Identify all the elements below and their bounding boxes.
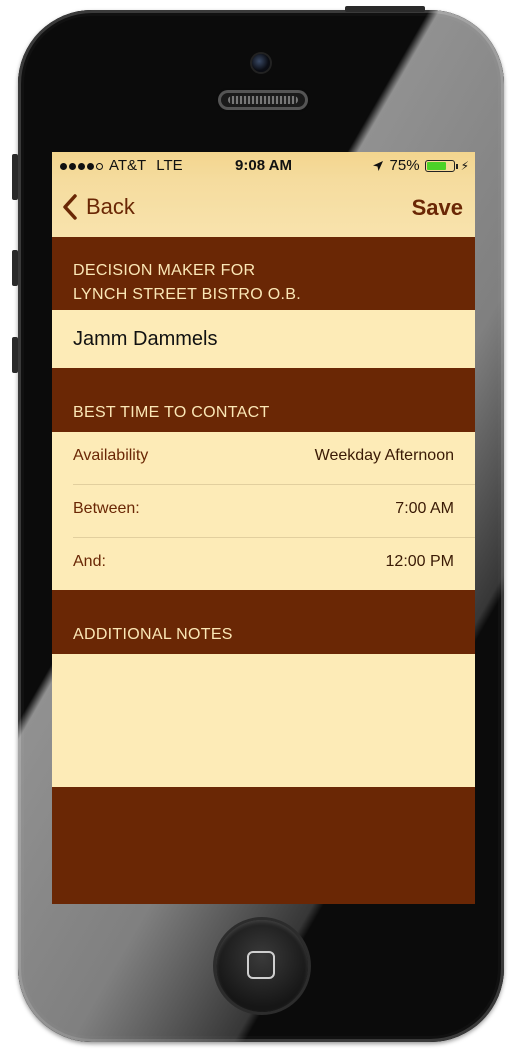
mute-switch xyxy=(12,154,18,200)
status-bar: AT&T LTE 9:08 AM 75% ⚡ xyxy=(52,152,475,180)
and-row[interactable]: And: 12:00 PM xyxy=(52,538,475,591)
home-square-icon xyxy=(247,951,275,979)
earpiece-speaker xyxy=(218,90,308,110)
power-button xyxy=(345,6,425,12)
between-value: 7:00 AM xyxy=(395,500,454,517)
availability-label: Availability xyxy=(73,447,149,464)
back-button[interactable]: Back xyxy=(62,194,135,220)
status-right: 75% ⚡ xyxy=(372,157,469,174)
volume-down-button xyxy=(12,337,18,373)
navigation-bar: Back Save xyxy=(52,180,475,237)
best-time-table: Availability Weekday Afternoon Between: … xyxy=(52,432,475,591)
battery-percent: 75% xyxy=(389,157,420,174)
between-row[interactable]: Between: 7:00 AM xyxy=(52,485,475,538)
decision-maker-header: DECISION MAKER FOR LYNCH STREET BISTRO O… xyxy=(52,237,475,310)
charging-bolt-icon: ⚡ xyxy=(460,158,469,173)
and-label: And: xyxy=(73,553,106,570)
between-label: Between: xyxy=(73,500,140,517)
best-time-header: BEST TIME TO CONTACT xyxy=(52,368,475,432)
additional-notes-field[interactable] xyxy=(52,654,475,787)
decision-maker-name: Jamm Dammels xyxy=(73,328,218,350)
decision-maker-header-line1: DECISION MAKER FOR xyxy=(73,262,256,279)
screen-bottom-background xyxy=(52,787,475,904)
availability-value: Weekday Afternoon xyxy=(314,447,454,464)
chevron-left-icon xyxy=(63,194,77,220)
home-button[interactable] xyxy=(216,920,308,1012)
additional-notes-header: ADDITIONAL NOTES xyxy=(52,590,475,654)
volume-up-button xyxy=(12,250,18,286)
front-camera xyxy=(252,54,270,72)
save-button[interactable]: Save xyxy=(412,195,463,221)
availability-row[interactable]: Availability Weekday Afternoon xyxy=(52,432,475,485)
back-label: Back xyxy=(86,194,135,219)
battery-level-fill xyxy=(426,161,447,170)
battery-icon xyxy=(424,159,458,172)
location-arrow-icon xyxy=(372,160,383,171)
decision-maker-name-field[interactable]: Jamm Dammels xyxy=(52,310,475,368)
decision-maker-header-line2: LYNCH STREET BISTRO O.B. xyxy=(73,286,301,303)
and-value: 12:00 PM xyxy=(385,553,454,570)
app-screen: AT&T LTE 9:08 AM 75% ⚡ Back Save DECISIO… xyxy=(52,152,475,904)
